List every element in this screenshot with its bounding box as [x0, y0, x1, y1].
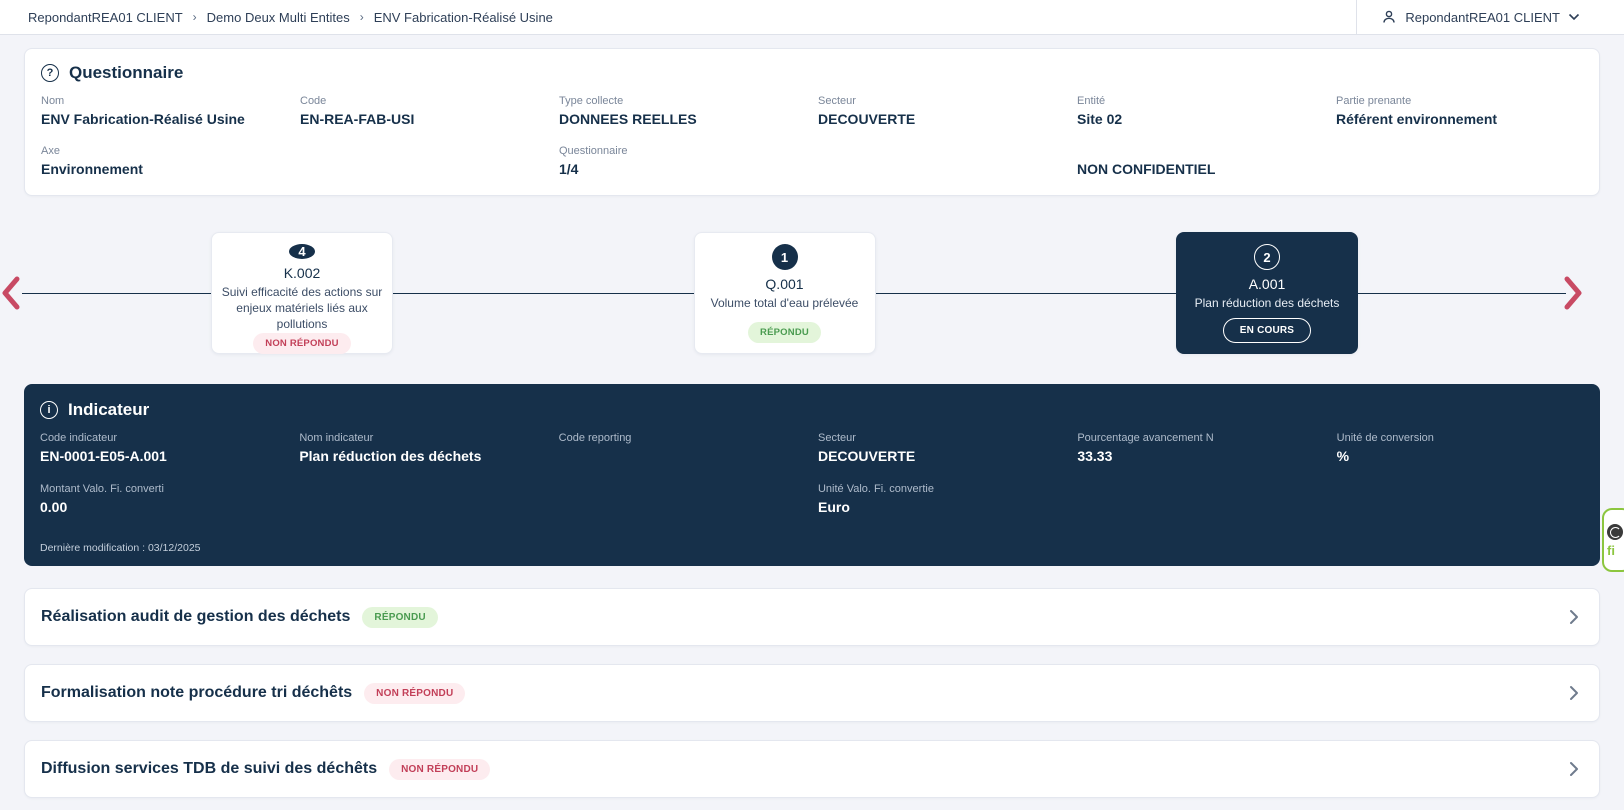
status-badge: RÉPONDU: [748, 322, 821, 343]
carousel-card-a001-active[interactable]: 2 A.001 Plan réduction des déchets EN CO…: [1176, 232, 1358, 354]
chevron-right-icon[interactable]: [1562, 275, 1584, 311]
chevron-right-icon: [1569, 609, 1579, 625]
question-code: A.001: [1248, 276, 1286, 292]
question-description: Plan réduction des déchets: [1194, 296, 1340, 310]
field-nom-indicateur: Nom indicateur Plan réduction des déchet…: [299, 432, 482, 464]
status-badge: NON RÉPONDU: [253, 332, 351, 354]
field-pourcentage-avancement: Pourcentage avancement N 33.33: [1077, 432, 1214, 464]
field-code-reporting: Code reporting: [558, 432, 632, 444]
question-row-title: Réalisation audit de gestion des déchets: [41, 608, 351, 625]
widget-glyph-icon: fi: [1607, 542, 1615, 558]
question-row-title: Formalisation note procédure tri déchêts: [41, 684, 353, 701]
chevron-right-icon: [1569, 685, 1579, 701]
breadcrumb-item-questionnaire[interactable]: ENV Fabrication-Réalisé Usine: [374, 10, 553, 25]
user-menu[interactable]: RepondantREA01 CLIENT: [1356, 0, 1624, 34]
question-description: Suivi efficacité des actions sur enjeux …: [221, 285, 383, 332]
breadcrumb: RepondantREA01 CLIENT › Demo Deux Multi …: [0, 10, 553, 25]
question-number-badge: 1: [771, 244, 798, 270]
breadcrumb-separator: ›: [192, 10, 197, 24]
question-circle-icon: ?: [41, 64, 59, 82]
field-entite: Entité Site 02: [1077, 95, 1123, 127]
field-code-indicateur: Code indicateur EN-0001-E05-A.001: [40, 432, 167, 464]
indicator-panel: i Indicateur Code indicateur EN-0001-E05…: [24, 384, 1600, 566]
field-secteur-indicateur: Secteur DECOUVERTE: [817, 432, 916, 464]
question-list: Réalisation audit de gestion des déchets…: [24, 588, 1600, 798]
field-montant-valo: Montant Valo. Fi. converti 0.00: [40, 483, 164, 515]
question-number-badge: 2: [1254, 244, 1280, 270]
field-nom: Nom ENV Fabrication-Réalisé Usine: [41, 95, 245, 127]
carousel-card-q001[interactable]: 1 Q.001 Volume total d'eau prélevée RÉPO…: [693, 232, 876, 354]
globe-icon: [1607, 523, 1623, 540]
last-modified-text: Dernière modification : 03/12/2025: [40, 542, 201, 554]
chevron-right-icon: [1569, 761, 1579, 777]
chevron-left-icon[interactable]: [0, 275, 22, 311]
field-confidentialite: NON CONFIDENTIEL: [1077, 161, 1216, 177]
question-description: Volume total d'eau prélevée: [710, 296, 859, 310]
carousel-card-k002[interactable]: 4 K.002 Suivi efficacité des actions sur…: [211, 232, 393, 354]
status-badge: NON RÉPONDU: [389, 758, 491, 780]
info-circle-icon: i: [40, 401, 58, 419]
field-unite-conversion: Unité de conversion %: [1336, 432, 1434, 464]
chevron-down-icon: [1568, 13, 1580, 21]
field-unite-valo: Unité Valo. Fi. convertie Euro: [817, 483, 934, 515]
question-row-title: Diffusion services TDB de suivi des déch…: [41, 760, 378, 777]
status-badge: RÉPONDU: [362, 606, 438, 628]
field-secteur: Secteur DECOUVERTE: [818, 95, 916, 127]
status-badge: EN COURS: [1222, 318, 1312, 343]
question-row-formalisation[interactable]: Formalisation note procédure tri déchêts…: [24, 664, 1600, 722]
questionnaire-title: Questionnaire: [69, 63, 184, 82]
field-code: Code EN-REA-FAB-USI: [300, 95, 415, 127]
side-widget[interactable]: fi: [1602, 508, 1624, 572]
field-questionnaire-progress: Questionnaire 1/4: [559, 145, 628, 177]
field-type-collecte: Type collecte DONNEES REELLES: [559, 95, 697, 127]
field-axe: Axe Environnement: [41, 145, 143, 177]
top-bar: RepondantREA01 CLIENT › Demo Deux Multi …: [0, 0, 1624, 35]
question-number-badge: 4: [289, 244, 315, 259]
person-icon: [1381, 9, 1397, 25]
status-badge: NON RÉPONDU: [364, 682, 466, 704]
question-row-diffusion[interactable]: Diffusion services TDB de suivi des déch…: [24, 740, 1600, 798]
user-name: RepondantREA01 CLIENT: [1405, 9, 1560, 25]
breadcrumb-item-client[interactable]: RepondantREA01 CLIENT: [28, 10, 183, 25]
field-partie-prenante: Partie prenante Référent environnement: [1336, 95, 1498, 127]
question-code: K.002: [283, 265, 321, 281]
indicator-title: Indicateur: [68, 400, 150, 419]
question-code: Q.001: [765, 276, 804, 292]
question-row-audit[interactable]: Réalisation audit de gestion des déchets…: [24, 588, 1600, 646]
breadcrumb-separator: ›: [359, 10, 364, 24]
breadcrumb-item-campaign[interactable]: Demo Deux Multi Entites: [207, 10, 350, 25]
questionnaire-card: ? Questionnaire Nom ENV Fabrication-Réal…: [24, 48, 1600, 196]
question-carousel: 4 K.002 Suivi efficacité des actions sur…: [0, 232, 1624, 354]
